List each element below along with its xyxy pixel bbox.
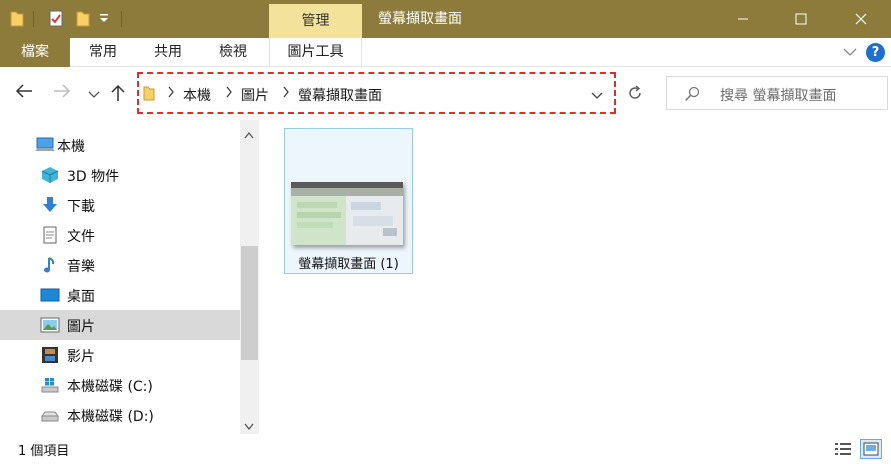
customize-toolbar-icon[interactable] [99, 12, 109, 28]
expand-ribbon-icon[interactable] [843, 46, 857, 61]
nav-item-label: 音樂 [67, 259, 95, 275]
close-icon [855, 13, 867, 25]
pictures-icon [40, 316, 60, 334]
nav-item-drive-d[interactable]: 本機磁碟 (D:) [0, 400, 240, 430]
search-placeholder: 搜尋 螢幕擷取畫面 [720, 88, 837, 104]
maximize-icon [795, 13, 807, 25]
nav-item-this-pc[interactable]: 本機 [0, 130, 240, 160]
address-history-button[interactable] [591, 89, 603, 104]
desktop-icon [40, 286, 60, 304]
music-note-icon [40, 256, 60, 274]
ribbon-tab-bar: 檔案 常用 共用 檢視 圖片工具 ? [0, 38, 891, 67]
search-icon [684, 86, 700, 106]
title-bar: 管理 螢幕擷取畫面 [0, 0, 891, 38]
large-icons-view-button[interactable] [860, 439, 882, 459]
maximize-button[interactable] [778, 0, 824, 38]
file-list-area[interactable]: 螢幕擷取畫面 (1) [259, 120, 891, 434]
address-bar[interactable]: 本機 圖片 螢幕擷取畫面 [137, 72, 616, 114]
file-item[interactable]: 螢幕擷取畫面 (1) [284, 128, 413, 274]
film-icon [40, 346, 60, 364]
help-button[interactable]: ? [866, 43, 885, 62]
nav-item-label: 下載 [67, 199, 95, 215]
toolbar-divider [121, 11, 122, 27]
window-title: 螢幕擷取畫面 [378, 11, 462, 27]
breadcrumb-this-pc[interactable]: 本機 [183, 85, 211, 105]
nav-item-desktop[interactable]: 桌面 [0, 280, 240, 310]
item-count: 1 個項目 [18, 444, 70, 459]
address-row: 本機 圖片 螢幕擷取畫面 搜尋 螢幕擷取畫面 [0, 68, 891, 120]
nav-item-documents[interactable]: 文件 [0, 220, 240, 250]
toolbar-divider [33, 11, 34, 27]
3d-objects-icon [40, 166, 60, 184]
details-view-button[interactable] [832, 439, 854, 459]
tab-share[interactable]: 共用 [145, 38, 191, 67]
up-arrow-icon [111, 84, 125, 101]
new-folder-icon[interactable] [76, 10, 90, 31]
breadcrumb-screenshots[interactable]: 螢幕擷取畫面 [298, 85, 382, 105]
back-button[interactable] [15, 83, 33, 103]
nav-item-label: 圖片 [67, 319, 95, 335]
nav-item-3d-objects[interactable]: 3D 物件 [0, 160, 240, 190]
chevron-right-icon [225, 86, 233, 102]
drive-icon [40, 406, 60, 424]
nav-item-label: 桌面 [67, 289, 95, 305]
large-icons-view-icon [863, 442, 879, 456]
tab-file[interactable]: 檔案 [0, 38, 70, 67]
nav-item-label: 3D 物件 [67, 169, 120, 185]
nav-item-music[interactable]: 音樂 [0, 250, 240, 280]
file-name: 螢幕擷取畫面 (1) [298, 257, 399, 272]
up-button[interactable] [111, 84, 125, 106]
document-icon [40, 226, 60, 244]
file-thumbnail [291, 182, 403, 245]
tab-view[interactable]: 檢視 [210, 38, 256, 67]
nav-scrollbar[interactable] [240, 120, 259, 434]
scrollbar-thumb[interactable] [241, 246, 258, 360]
chevron-right-icon [167, 86, 175, 102]
nav-item-downloads[interactable]: 下載 [0, 190, 240, 220]
scroll-up-icon[interactable] [244, 128, 254, 143]
scroll-down-icon[interactable] [244, 419, 254, 434]
nav-item-videos[interactable]: 影片 [0, 340, 240, 370]
close-button[interactable] [838, 0, 884, 38]
chevron-down-icon [591, 92, 603, 99]
navigation-pane: 本機 3D 物件 下載 文件 音樂 桌面 圖片 影片 本機磁碟 (C:) 本機磁… [0, 120, 240, 434]
properties-icon[interactable] [49, 10, 63, 31]
computer-icon [34, 136, 55, 154]
nav-item-label: 本機磁碟 (D:) [67, 409, 154, 425]
nav-item-drive-c[interactable]: 本機磁碟 (C:) [0, 370, 240, 400]
manage-tab[interactable]: 管理 [269, 4, 362, 38]
breadcrumb-pictures[interactable]: 圖片 [241, 85, 269, 105]
minimize-icon [738, 18, 748, 20]
nav-item-label: 本機 [57, 139, 85, 155]
details-view-icon [835, 443, 851, 455]
recent-locations-button[interactable] [88, 88, 100, 103]
nav-item-label: 影片 [67, 349, 95, 365]
chevron-down-icon [88, 91, 100, 98]
folder-icon [143, 86, 155, 105]
chevron-right-icon [282, 86, 290, 102]
nav-item-label: 文件 [67, 229, 95, 245]
refresh-button[interactable] [620, 80, 650, 106]
tab-home[interactable]: 常用 [80, 38, 126, 67]
nav-item-label: 本機磁碟 (C:) [67, 379, 153, 395]
windows-drive-icon [40, 376, 60, 394]
tab-picture-tools[interactable]: 圖片工具 [269, 38, 362, 67]
back-arrow-icon [15, 84, 32, 98]
nav-item-pictures[interactable]: 圖片 [0, 310, 240, 340]
folder-icon[interactable] [10, 10, 24, 31]
forward-arrow-icon [54, 84, 71, 98]
refresh-icon [629, 85, 641, 99]
search-input[interactable]: 搜尋 螢幕擷取畫面 [666, 76, 888, 110]
download-arrow-icon [40, 196, 60, 214]
forward-button[interactable] [53, 83, 71, 103]
minimize-button[interactable] [720, 0, 766, 38]
status-bar: 1 個項目 [0, 434, 891, 464]
